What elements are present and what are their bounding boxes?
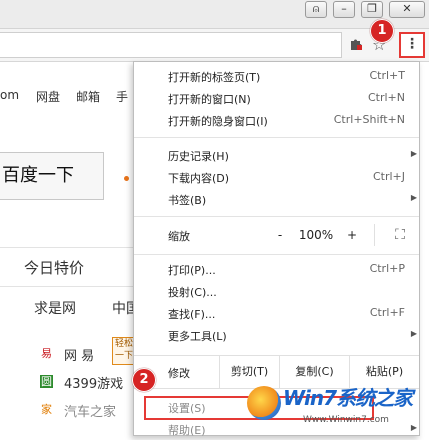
menu-item-incognito[interactable]: 打开新的隐身窗口(I) Ctrl+Shift+N bbox=[134, 109, 419, 131]
edit-label: 修改 bbox=[168, 367, 190, 380]
autohome-icon: 家 bbox=[41, 403, 52, 416]
netease-icon: 易 bbox=[41, 347, 52, 360]
menu-divider bbox=[134, 137, 419, 138]
menu-item-print[interactable]: 打印(P)... Ctrl+P bbox=[134, 258, 419, 280]
minimize-icon[interactable]: – bbox=[333, 1, 355, 18]
browser-toolbar: ☆ ⋮ bbox=[0, 29, 429, 62]
menu-item-label: 下载内容(D) bbox=[168, 172, 230, 185]
chevron-right-icon: ▶ bbox=[410, 193, 417, 202]
chevron-right-icon: ▶ bbox=[410, 329, 417, 338]
menu-item-shortcut: Ctrl+T bbox=[369, 69, 405, 82]
menu-item-shortcut: Ctrl+P bbox=[369, 262, 405, 275]
watermark-text: Win7系统之家 bbox=[283, 386, 413, 410]
menu-item-shortcut: Ctrl+Shift+N bbox=[333, 113, 405, 126]
menu-item-shortcut: Ctrl+F bbox=[369, 306, 405, 319]
menu-icon[interactable]: ⋮ bbox=[399, 32, 425, 58]
menu-item-shortcut: Ctrl+N bbox=[367, 91, 405, 104]
nav-link-mail[interactable]: 邮箱 bbox=[76, 88, 100, 105]
menu-divider bbox=[134, 216, 419, 217]
menu-item-label: 更多工具(L) bbox=[168, 330, 227, 343]
zoom-in-button[interactable]: + bbox=[341, 223, 363, 247]
menu-item-label: 打开新的窗口(N) bbox=[168, 93, 251, 106]
menu-item-more-tools[interactable]: 更多工具(L) ▶ bbox=[134, 324, 419, 346]
dot-icon bbox=[124, 176, 129, 181]
tab-bar: 今日特价 bbox=[0, 247, 140, 287]
menu-item-shortcut: Ctrl+J bbox=[372, 170, 405, 183]
menu-item-label: 打开新的标签页(T) bbox=[168, 71, 261, 84]
fullscreen-icon[interactable]: ⛶ bbox=[389, 223, 411, 247]
search-button[interactable]: 百度一下 bbox=[0, 152, 104, 200]
menu-item-bookmarks[interactable]: 书签(B) ▶ bbox=[134, 188, 419, 210]
nav-link-pan[interactable]: 网盘 bbox=[36, 88, 60, 105]
watermark: Win7系统之家 Www.Winwin7.com bbox=[247, 382, 429, 436]
zoom-divider bbox=[374, 224, 375, 246]
window-titlebar: ⍝ – ❐ ✕ bbox=[0, 0, 429, 29]
chevron-right-icon: ▶ bbox=[410, 149, 417, 158]
menu-item-downloads[interactable]: 下载内容(D) Ctrl+J bbox=[134, 166, 419, 188]
menu-item-find[interactable]: 查找(F)... Ctrl+F bbox=[134, 302, 419, 324]
zoom-label: 缩放 bbox=[168, 230, 190, 243]
browser-menu: 打开新的标签页(T) Ctrl+T 打开新的窗口(N) Ctrl+N 打开新的隐… bbox=[133, 61, 420, 437]
site-link-qiushi[interactable]: 求是网 bbox=[34, 298, 76, 318]
nav-link[interactable]: om bbox=[0, 88, 19, 102]
menu-divider bbox=[134, 254, 419, 255]
watermark-logo-icon bbox=[247, 386, 281, 420]
list-item-autohome[interactable]: 汽车之家 bbox=[64, 401, 116, 420]
menu-item-history[interactable]: 历史记录(H) ▶ bbox=[134, 144, 419, 166]
zoom-out-button[interactable]: - bbox=[269, 223, 291, 247]
menu-item-label: 打印(P)... bbox=[168, 264, 216, 277]
tab-today-deals[interactable]: 今日特价 bbox=[24, 257, 84, 278]
menu-item-label: 书签(B) bbox=[168, 194, 207, 207]
menu-item-label: 投射(C)... bbox=[168, 286, 217, 299]
menu-item-new-window[interactable]: 打开新的窗口(N) Ctrl+N bbox=[134, 87, 419, 109]
address-bar[interactable] bbox=[0, 32, 342, 58]
watermark-url: Www.Winwin7.com bbox=[303, 415, 389, 425]
close-icon[interactable]: ✕ bbox=[389, 1, 425, 18]
menu-item-label: 历史记录(H) bbox=[168, 150, 229, 163]
menu-item-label: 查找(F)... bbox=[168, 308, 216, 321]
zoom-level: 100% bbox=[298, 228, 334, 242]
nav-link-mobile[interactable]: 手 bbox=[116, 88, 128, 105]
puzzle-icon[interactable] bbox=[349, 37, 363, 55]
menu-item-label: 打开新的隐身窗口(I) bbox=[168, 115, 268, 128]
restore-icon[interactable]: ❐ bbox=[361, 1, 383, 18]
menu-item-new-tab[interactable]: 打开新的标签页(T) Ctrl+T bbox=[134, 65, 419, 87]
user-icon[interactable]: ⍝ bbox=[305, 1, 327, 18]
game-4399-icon: 圆 bbox=[40, 375, 53, 388]
menu-item-cast[interactable]: 投射(C)... bbox=[134, 280, 419, 302]
step-badge-1: 1 bbox=[370, 19, 394, 43]
list-item-4399[interactable]: 4399游戏 bbox=[64, 373, 123, 392]
list-item-netease[interactable]: 网 易 bbox=[64, 345, 94, 364]
step-badge-2: 2 bbox=[132, 368, 156, 392]
